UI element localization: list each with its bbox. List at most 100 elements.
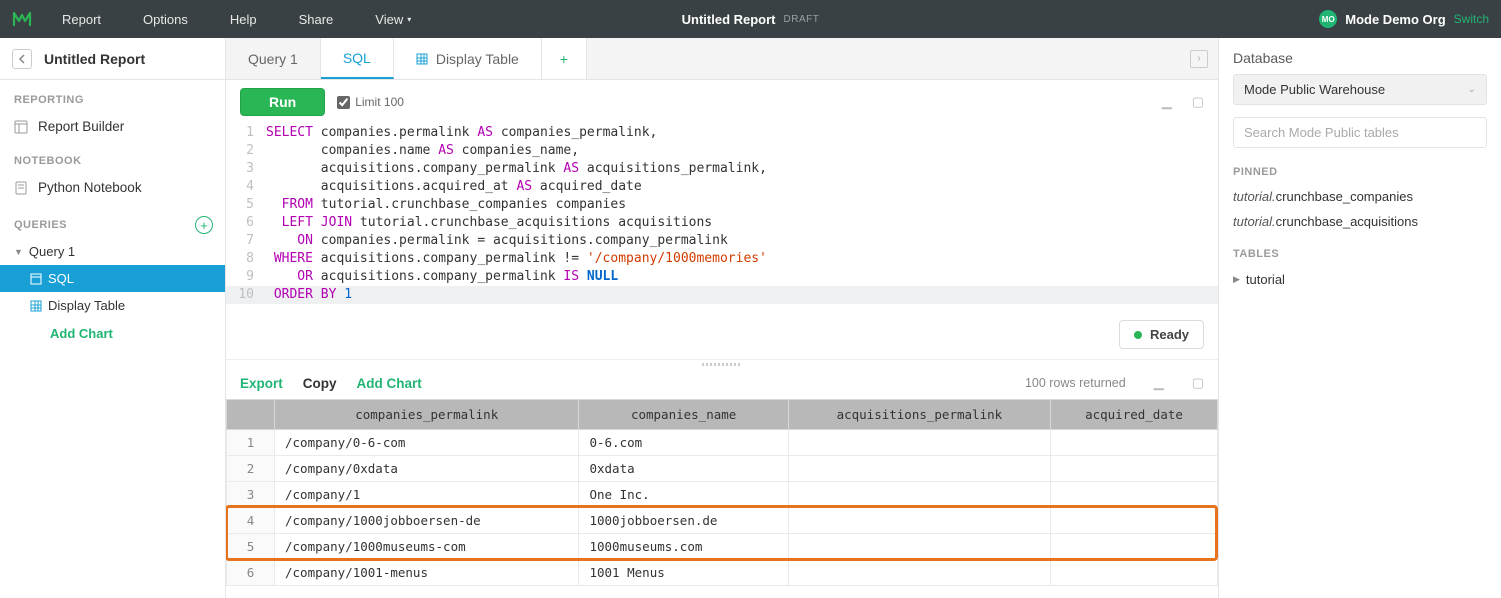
table-cell[interactable]: 1000museums.com — [579, 534, 788, 560]
code-line[interactable]: 4 acquisitions.acquired_at AS acquired_d… — [226, 178, 1218, 196]
table-cell[interactable] — [788, 482, 1050, 508]
results-toolbar: Export Copy Add Chart 100 rows returned … — [226, 369, 1218, 399]
table-cell[interactable] — [1050, 534, 1217, 560]
limit-checkbox-input[interactable] — [337, 96, 350, 109]
table-cell[interactable] — [788, 560, 1050, 586]
table-cell[interactable]: /company/0-6-com — [275, 430, 579, 456]
code-line[interactable]: 9 OR acquisitions.company_permalink IS N… — [226, 268, 1218, 286]
report-title: Untitled Report — [682, 12, 776, 27]
row-number: 2 — [227, 456, 275, 482]
table-cell[interactable] — [788, 534, 1050, 560]
tab-next-button[interactable]: › — [1190, 50, 1208, 68]
table-cell[interactable] — [788, 508, 1050, 534]
code-line[interactable]: 7 ON companies.permalink = acquisitions.… — [226, 232, 1218, 250]
code-line[interactable]: 1SELECT companies.permalink AS companies… — [226, 124, 1218, 142]
column-header[interactable]: acquisitions_permalink — [788, 400, 1050, 430]
table-cell[interactable]: /company/1000museums-com — [275, 534, 579, 560]
maximize-icon[interactable]: ▢ — [1192, 94, 1204, 110]
line-number: 1 — [226, 124, 266, 142]
code-line[interactable]: 6 LEFT JOIN tutorial.crunchbase_acquisit… — [226, 214, 1218, 232]
table-cell[interactable]: One Inc. — [579, 482, 788, 508]
table-row[interactable]: 1/company/0-6-com0-6.com — [227, 430, 1218, 456]
table-cell[interactable]: 1001 Menus — [579, 560, 788, 586]
tree-display-table[interactable]: Display Table — [0, 292, 225, 319]
run-button[interactable]: Run — [240, 88, 325, 116]
menu-view[interactable]: View ▾ — [375, 12, 411, 27]
table-cell[interactable] — [1050, 430, 1217, 456]
column-header[interactable]: acquired_date — [1050, 400, 1217, 430]
tables-tutorial[interactable]: ▶ tutorial — [1219, 266, 1501, 293]
mode-logo-icon[interactable] — [12, 8, 34, 30]
section-queries: QUERIES — [14, 219, 67, 231]
table-cell[interactable]: /company/0xdata — [275, 456, 579, 482]
table-row[interactable]: 4/company/1000jobboersen-de1000jobboerse… — [227, 508, 1218, 534]
table-cell[interactable] — [788, 456, 1050, 482]
table-cell[interactable] — [1050, 456, 1217, 482]
table-cell[interactable] — [1050, 560, 1217, 586]
tab-display-table[interactable]: Display Table — [394, 38, 542, 79]
results-maximize-icon[interactable]: ▢ — [1192, 375, 1204, 391]
export-link[interactable]: Export — [240, 376, 283, 391]
code-line[interactable]: 2 companies.name AS companies_name, — [226, 142, 1218, 160]
section-notebook: NOTEBOOK — [0, 141, 225, 173]
table-cell[interactable] — [788, 430, 1050, 456]
code-line[interactable]: 10 ORDER BY 1 — [226, 286, 1218, 304]
tree-sql[interactable]: SQL — [0, 265, 225, 292]
nav-python-notebook[interactable]: Python Notebook — [0, 173, 225, 202]
pane-drag-handle[interactable] — [226, 359, 1218, 369]
copy-link[interactable]: Copy — [303, 376, 337, 391]
sql-editor[interactable]: 1SELECT companies.permalink AS companies… — [226, 120, 1218, 314]
pinned-label: PINNED — [1219, 162, 1501, 184]
table-cell[interactable]: /company/1001-menus — [275, 560, 579, 586]
table-row[interactable]: 6/company/1001-menus1001 Menus — [227, 560, 1218, 586]
row-number: 4 — [227, 508, 275, 534]
status-ready: Ready — [1119, 320, 1204, 349]
table-cell[interactable] — [1050, 482, 1217, 508]
line-number: 6 — [226, 214, 266, 232]
left-sidebar: Untitled Report REPORTING Report Builder… — [0, 38, 226, 598]
pinned-table[interactable]: tutorial.crunchbase_companies — [1219, 184, 1501, 209]
table-cell[interactable]: /company/1 — [275, 482, 579, 508]
database-select[interactable]: Mode Public Warehouse ⌄ — [1233, 74, 1487, 105]
back-button[interactable] — [12, 49, 32, 69]
code-line[interactable]: 5 FROM tutorial.crunchbase_companies com… — [226, 196, 1218, 214]
org-name[interactable]: Mode Demo Org — [1345, 12, 1445, 27]
tree-query1[interactable]: ▼ Query 1 — [0, 238, 225, 265]
column-header[interactable]: companies_name — [579, 400, 788, 430]
table-row[interactable]: 3/company/1One Inc. — [227, 482, 1218, 508]
code-line[interactable]: 8 WHERE acquisitions.company_permalink !… — [226, 250, 1218, 268]
table-row[interactable]: 2/company/0xdata0xdata — [227, 456, 1218, 482]
sidebar-add-chart[interactable]: Add Chart — [0, 319, 225, 348]
limit-checkbox[interactable]: Limit 100 — [337, 95, 404, 109]
nav-report-builder[interactable]: Report Builder — [0, 112, 225, 141]
row-number: 3 — [227, 482, 275, 508]
line-number: 7 — [226, 232, 266, 250]
tab-sql[interactable]: SQL — [321, 38, 394, 79]
tab-query1[interactable]: Query 1 — [226, 38, 321, 79]
table-cell[interactable]: /company/1000jobboersen-de — [275, 508, 579, 534]
table-cell[interactable] — [1050, 508, 1217, 534]
add-query-button[interactable]: + — [195, 216, 213, 234]
table-cell[interactable]: 0xdata — [579, 456, 788, 482]
table-search-input[interactable]: Search Mode Public tables — [1233, 117, 1487, 148]
switch-org-link[interactable]: Switch — [1454, 12, 1489, 26]
pinned-table[interactable]: tutorial.crunchbase_acquisitions — [1219, 209, 1501, 234]
menu-report[interactable]: Report — [62, 12, 101, 27]
menu-share[interactable]: Share — [299, 12, 334, 27]
database-panel: Database Mode Public Warehouse ⌄ Search … — [1219, 38, 1501, 598]
line-number: 3 — [226, 160, 266, 178]
menu-help[interactable]: Help — [230, 12, 257, 27]
table-cell[interactable]: 1000jobboersen.de — [579, 508, 788, 534]
table-row[interactable]: 5/company/1000museums-com1000museums.com — [227, 534, 1218, 560]
code-line[interactable]: 3 acquisitions.company_permalink AS acqu… — [226, 160, 1218, 178]
menu-options[interactable]: Options — [143, 12, 188, 27]
center-column: Query 1 SQL Display Table + › Run Limit … — [226, 38, 1219, 598]
table-cell[interactable]: 0-6.com — [579, 430, 788, 456]
column-header[interactable]: companies_permalink — [275, 400, 579, 430]
add-chart-link[interactable]: Add Chart — [357, 376, 422, 391]
org-avatar-icon[interactable]: MO — [1319, 10, 1337, 28]
minimize-icon[interactable]: ▁ — [1162, 94, 1172, 110]
tab-add[interactable]: + — [542, 38, 587, 79]
line-number: 9 — [226, 268, 266, 286]
results-minimize-icon[interactable]: ▁ — [1154, 375, 1164, 391]
